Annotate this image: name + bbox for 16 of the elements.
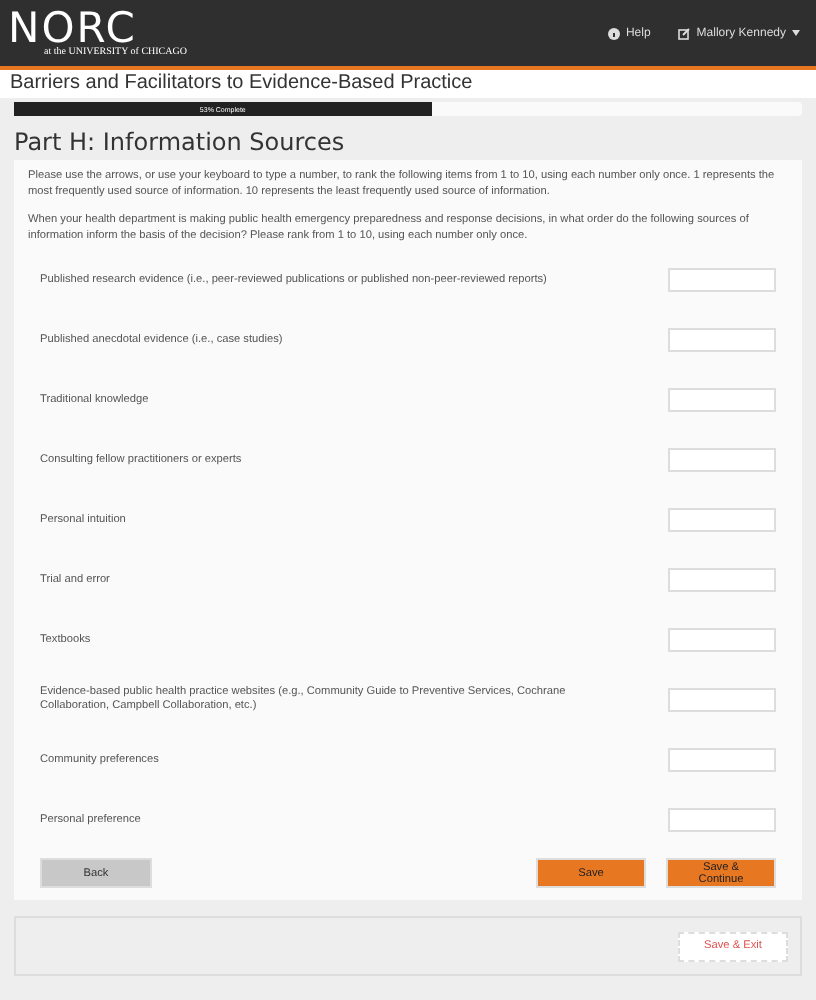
rank-input[interactable] [668, 808, 776, 832]
edit-icon [678, 27, 691, 39]
section-title: Part H: Information Sources [14, 128, 347, 156]
logo: NORC [8, 8, 137, 48]
rank-input[interactable] [668, 628, 776, 652]
help-icon [607, 27, 620, 39]
rank-input[interactable] [668, 748, 776, 772]
caret-icon [792, 30, 800, 36]
rank-input[interactable] [668, 388, 776, 412]
rank-input[interactable] [668, 268, 776, 292]
rank-input[interactable] [668, 328, 776, 352]
rank-input[interactable] [668, 568, 776, 592]
rank-input[interactable] [668, 688, 776, 712]
rank-input[interactable] [668, 508, 776, 532]
rank-input[interactable] [668, 448, 776, 472]
survey-title: Barriers and Facilitators to Evidence-Based Practice [0, 70, 816, 98]
